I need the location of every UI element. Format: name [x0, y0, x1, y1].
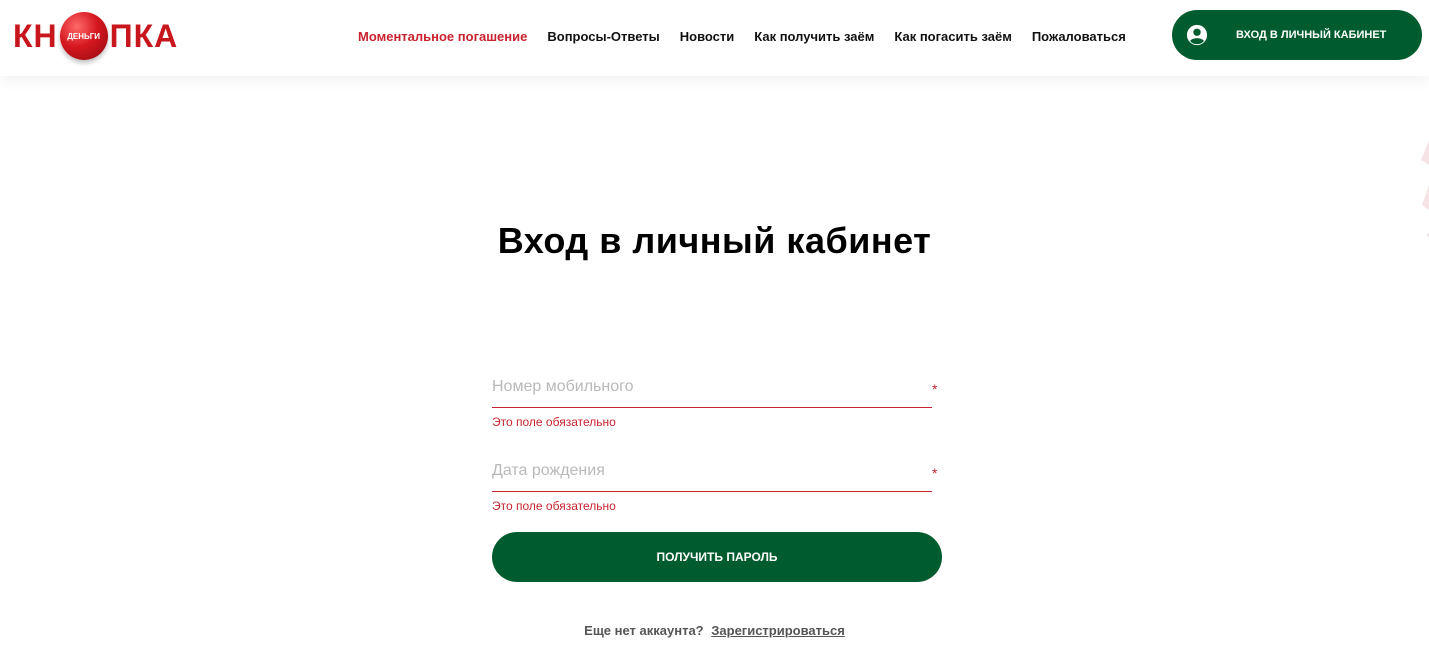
birthdate-required-mark: * — [932, 465, 938, 481]
birthdate-input[interactable] — [492, 452, 932, 490]
nav-item-complain[interactable]: Пожаловаться — [1032, 29, 1126, 44]
phone-input[interactable] — [492, 368, 932, 406]
logo-ball-text: ДЕНЬГИ — [67, 31, 101, 41]
nav-item-news[interactable]: Новости — [680, 29, 735, 44]
register-prompt-text: Еще нет аккаунта? — [584, 623, 704, 638]
logo[interactable]: КН ДЕНЬГИ ПКА — [13, 12, 178, 60]
user-circle-icon — [1186, 24, 1208, 46]
login-cabinet-label: ВХОД В ЛИЧНЫЙ КАБИНЕТ — [1236, 29, 1387, 41]
main-nav: Моментальное погашение Вопросы-Ответы Но… — [358, 29, 1126, 44]
nav-item-instant-repayment[interactable]: Моментальное погашение — [358, 29, 527, 44]
get-password-button[interactable]: ПОЛУЧИТЬ ПАРОЛЬ — [492, 532, 942, 582]
phone-error-message: Это поле обязательно — [492, 415, 616, 429]
birthdate-error-message: Это поле обязательно — [492, 499, 616, 513]
login-cabinet-button[interactable]: ВХОД В ЛИЧНЫЙ КАБИНЕТ — [1172, 10, 1422, 60]
nav-item-how-to-repay-loan[interactable]: Как погасить заём — [894, 29, 1011, 44]
register-link[interactable]: Зарегистрироваться — [711, 623, 845, 638]
nav-item-how-to-get-loan[interactable]: Как получить заём — [754, 29, 874, 44]
logo-text-right: ПКА — [109, 17, 179, 54]
phone-required-mark: * — [932, 381, 938, 397]
nav-item-faq[interactable]: Вопросы-Ответы — [547, 29, 659, 44]
logo-text-left: КН — [13, 17, 58, 54]
birthdate-field[interactable] — [492, 452, 932, 492]
site-header: КН ДЕНЬГИ ПКА Моментальное погашение Воп… — [0, 0, 1429, 76]
page-title: Вход в личный кабинет — [497, 220, 932, 261]
logo-ball-icon: ДЕНЬГИ — [59, 12, 108, 60]
phone-field[interactable] — [492, 368, 932, 408]
register-prompt: Еще нет аккаунта? Зарегистрироваться — [0, 623, 1429, 638]
